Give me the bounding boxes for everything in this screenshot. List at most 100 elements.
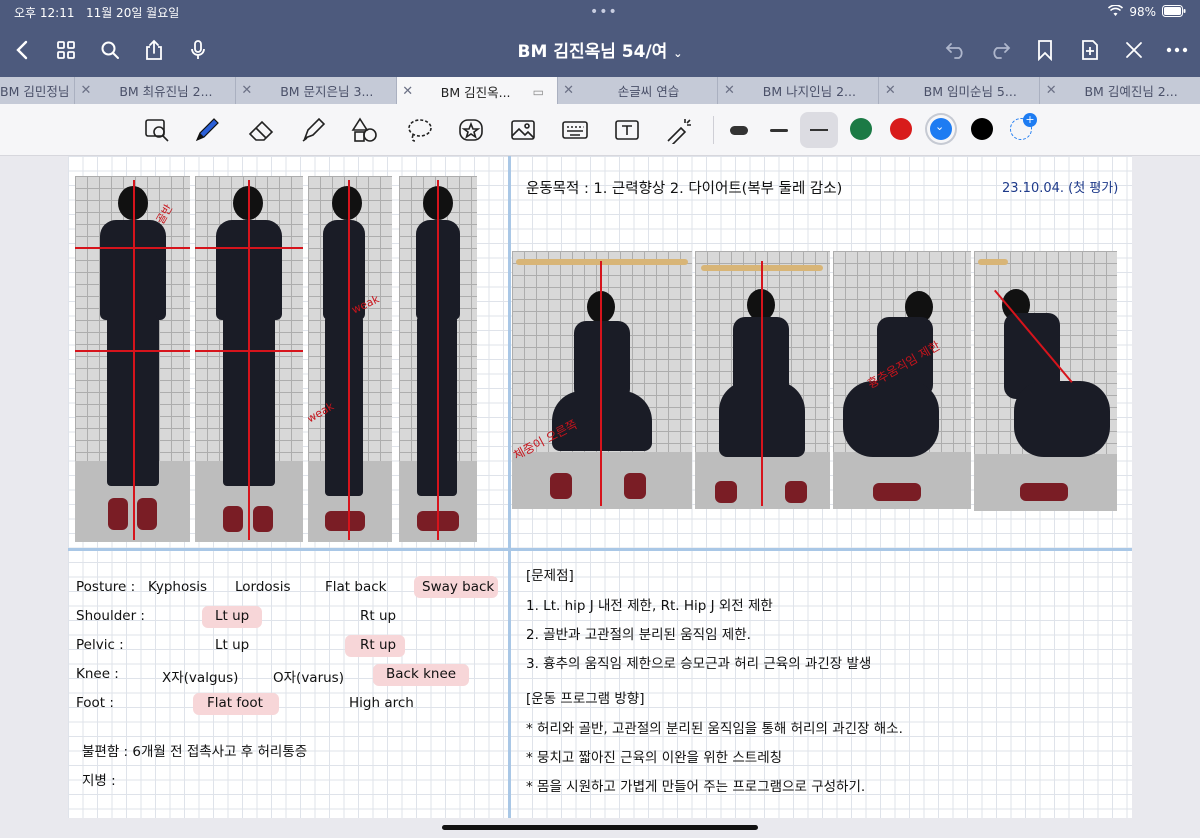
- pelvic-lt-up: Lt up: [215, 637, 250, 653]
- program-item: * 허리와 골반, 고관절의 분리된 움직임을 통해 허리의 과긴장 해소.: [526, 721, 903, 737]
- lasso-zoom-icon[interactable]: [142, 116, 172, 144]
- tab-document[interactable]: ✕ BM 나지인님 2...: [718, 77, 880, 104]
- battery-icon: [1162, 4, 1186, 20]
- split-view-icon[interactable]: ▭: [533, 85, 557, 99]
- page-divider: [68, 548, 1132, 551]
- problem-item: 3. 흉추의 움직임 제한으로 승모근과 허리 근육의 과긴장 발생: [526, 656, 872, 672]
- bookmark-icon[interactable]: [1031, 36, 1059, 64]
- tab-document[interactable]: ✕ BM 최유진님 2...: [75, 77, 236, 104]
- squat-photo-front: 체중이 오른쪽: [512, 251, 692, 509]
- more-icon[interactable]: [1163, 36, 1191, 64]
- search-icon[interactable]: [96, 36, 124, 64]
- close-pencil-icon[interactable]: [1120, 36, 1148, 64]
- tab-active[interactable]: ✕ BM 김진옥... ▭: [396, 77, 558, 106]
- color-red-swatch[interactable]: [890, 118, 912, 140]
- keyboard-icon[interactable]: [560, 116, 590, 144]
- evaluation-date: 23.10.04. (첫 평가): [1002, 181, 1119, 196]
- pelvic-rt-up: Rt up: [360, 637, 397, 653]
- color-green-swatch[interactable]: [850, 118, 872, 140]
- battery-percent: 98%: [1129, 5, 1156, 19]
- highlighter-icon[interactable]: [298, 116, 328, 144]
- stroke-thin-icon[interactable]: [800, 112, 838, 148]
- problem-item: 2. 골반과 고관절의 분리된 움직임 제한.: [526, 627, 751, 643]
- undo-icon[interactable]: [942, 36, 970, 64]
- knee-varus: O자(varus): [273, 670, 344, 686]
- close-tab-icon[interactable]: ✕: [397, 84, 419, 99]
- posture-kyphosis: Kyphosis: [148, 579, 208, 595]
- knee-back-knee: Back knee: [386, 666, 457, 682]
- posture-photo-side-right: [399, 176, 477, 542]
- knee-valgus: X자(valgus): [162, 670, 239, 686]
- tab-document[interactable]: ✕ BM 임미순님 5...: [879, 77, 1041, 104]
- foot-high-arch: High arch: [349, 695, 414, 711]
- add-page-icon[interactable]: [1076, 36, 1104, 64]
- program-item: * 몸을 시원하고 가볍게 만들어 주는 프로그램으로 구성하기.: [526, 779, 866, 795]
- tab-bar: BM 김민정님 3... ✕BM 최유진님 2... ✕BM 문지은님 3...…: [0, 77, 1200, 106]
- shoulder-lt-up: Lt up: [215, 608, 250, 624]
- disease-note: 지병 :: [82, 773, 116, 789]
- document-title[interactable]: BM 김진옥님 54/여 ⌄: [0, 37, 1200, 62]
- shoulder-rt-up: Rt up: [360, 608, 397, 624]
- lasso-icon[interactable]: [404, 116, 434, 144]
- close-tab-icon[interactable]: ✕: [75, 83, 97, 98]
- sticker-icon[interactable]: [456, 116, 486, 144]
- eraser-icon[interactable]: [246, 116, 276, 144]
- discomfort-note: 불편함 : 6개월 전 접촉사고 후 허리통증: [82, 744, 308, 760]
- shoulder-label: Shoulder :: [76, 608, 145, 624]
- chevron-down-icon: ⌄: [935, 120, 945, 133]
- home-indicator[interactable]: [442, 825, 758, 830]
- toolbar-divider: [713, 116, 714, 144]
- tab-document[interactable]: ✕ BM 김예진님 2...: [1040, 77, 1200, 104]
- squat-photo-side-left: 흉추움직임 제한: [833, 251, 971, 509]
- multitasking-dots-icon[interactable]: •••: [590, 4, 618, 20]
- status-bar: 오후 12:11 11월 20일 월요일 ••• 98%: [0, 0, 1200, 24]
- program-title: [운동 프로그램 방향]: [526, 691, 645, 707]
- program-item: * 뭉치고 짧아진 근육의 이완을 위한 스트레칭: [526, 750, 783, 766]
- chevron-down-icon: ⌄: [673, 47, 683, 60]
- image-icon[interactable]: [508, 116, 538, 144]
- microphone-icon[interactable]: [184, 36, 212, 64]
- pelvic-label: Pelvic :: [76, 637, 124, 653]
- nav-bar: BM 김진옥님 54/여 ⌄: [0, 24, 1200, 77]
- squat-photo-side-right: [974, 251, 1117, 511]
- status-date: 11월 20일 월요일: [85, 5, 180, 20]
- stroke-medium-icon[interactable]: [764, 116, 794, 144]
- posture-photo-back: [195, 176, 303, 542]
- close-tab-icon[interactable]: ✕: [1040, 83, 1062, 98]
- back-icon[interactable]: [8, 36, 36, 64]
- tab-document[interactable]: ✕ BM 문지은님 3...: [236, 77, 397, 104]
- problems-title: [문제점]: [526, 568, 574, 584]
- tab-document[interactable]: BM 김민정님 3...: [0, 77, 75, 104]
- posture-label: Posture :: [76, 579, 136, 595]
- wifi-icon: [1108, 3, 1124, 20]
- status-time: 오후 12:11: [14, 5, 75, 20]
- close-tab-icon[interactable]: ✕: [558, 83, 580, 98]
- note-page[interactable]: 골반 weak weak 운동목적 : 1. 근력향상 2. 다이어트(복부 둘…: [68, 156, 1132, 818]
- text-box-icon[interactable]: [612, 116, 642, 144]
- foot-flat-foot: Flat foot: [207, 695, 263, 711]
- squat-photo-back: [695, 251, 830, 509]
- laser-pointer-icon[interactable]: [664, 116, 694, 144]
- page-divider: [508, 156, 511, 818]
- color-black-swatch[interactable]: [971, 118, 993, 140]
- posture-sway-back: Sway back: [422, 579, 495, 595]
- add-color-icon[interactable]: +: [1010, 113, 1037, 140]
- stroke-thick-icon[interactable]: [724, 116, 754, 144]
- exercise-goal: 운동목적 : 1. 근력향상 2. 다이어트(복부 둘레 감소): [526, 181, 843, 197]
- pen-icon[interactable]: [192, 116, 222, 144]
- posture-photo-front: 골반: [75, 176, 190, 542]
- redo-icon[interactable]: [986, 36, 1014, 64]
- share-icon[interactable]: [140, 36, 168, 64]
- foot-label: Foot :: [76, 695, 114, 711]
- close-tab-icon[interactable]: ✕: [718, 83, 740, 98]
- problem-item: 1. Lt. hip J 내전 제한, Rt. Hip J 외전 제한: [526, 598, 773, 614]
- shapes-icon[interactable]: [350, 116, 380, 144]
- close-tab-icon[interactable]: ✕: [236, 83, 258, 98]
- color-blue-swatch-selected[interactable]: ⌄: [930, 118, 952, 140]
- posture-flat-back: Flat back: [325, 579, 387, 595]
- posture-lordosis: Lordosis: [235, 579, 291, 595]
- top-bar: 오후 12:11 11월 20일 월요일 ••• 98% BM 김진옥님 54/…: [0, 0, 1200, 77]
- close-tab-icon[interactable]: ✕: [879, 83, 901, 98]
- grid-view-icon[interactable]: [52, 36, 80, 64]
- tab-document[interactable]: ✕ 손글씨 연습: [558, 77, 719, 104]
